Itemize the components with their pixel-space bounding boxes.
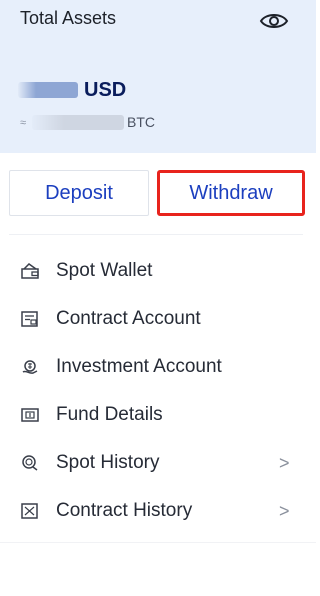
menu-item-label: Investment Account [56,356,222,377]
btc-unit-label: BTC [127,114,155,130]
divider [9,234,303,235]
eye-icon[interactable] [259,9,289,33]
total-assets-title: Total Assets [20,8,117,28]
approx-symbol: ≈ [20,117,27,129]
masked-btc-balance [32,115,124,130]
menu-item-label: Contract Account [56,308,201,329]
contract-history-icon [21,503,38,519]
wallet-icon [21,263,39,279]
usd-currency-label: USD [84,79,127,101]
masked-usd-balance [18,82,78,98]
menu-item-label: Spot History [56,452,160,473]
menu-item-label: Spot Wallet [56,260,153,281]
menu-item-contract-history[interactable]: Contract History > [0,491,316,531]
spot-history-icon [22,455,38,471]
chevron-right-icon: > [279,453,290,473]
withdraw-button[interactable]: Withdraw [157,170,305,216]
menu-item-spot-wallet[interactable]: Spot Wallet [0,251,316,291]
deposit-button[interactable]: Deposit [9,170,149,216]
total-assets-card: Total Assets USD ≈ BTC [0,0,316,153]
chevron-right-icon: > [279,501,290,521]
menu-item-fund-details[interactable]: Fund Details [0,395,316,435]
panel-bottom-border [0,542,316,543]
fund-details-icon [21,408,39,422]
menu-item-label: Fund Details [56,404,163,425]
assets-dropdown-panel: Total Assets USD ≈ BTC Deposit Withdraw … [0,0,316,596]
investment-icon [22,360,38,374]
menu-item-spot-history[interactable]: Spot History > [0,443,316,483]
contract-account-icon [21,311,38,327]
menu-item-label: Contract History [56,500,193,521]
menu-item-investment-account[interactable]: Investment Account [0,347,316,387]
menu-item-contract-account[interactable]: Contract Account [0,299,316,339]
